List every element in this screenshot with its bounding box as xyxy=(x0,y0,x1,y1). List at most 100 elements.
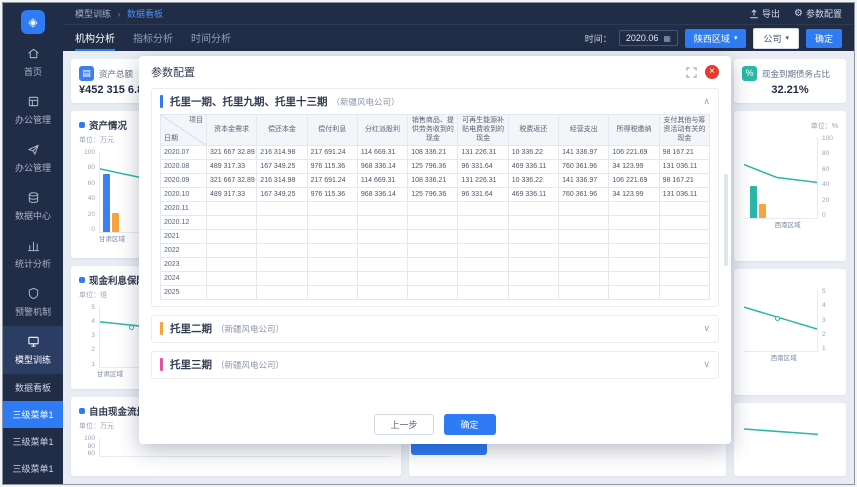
value-cell[interactable] xyxy=(457,215,509,231)
value-cell[interactable] xyxy=(256,257,308,273)
value-cell[interactable] xyxy=(507,201,560,217)
value-cell[interactable] xyxy=(256,201,308,217)
value-cell[interactable] xyxy=(356,285,409,301)
export-button[interactable]: 导出 xyxy=(749,7,780,20)
value-cell[interactable]: 216 314.98 xyxy=(256,173,308,189)
tab-org-analysis[interactable]: 机构分析 xyxy=(75,25,115,51)
value-cell[interactable] xyxy=(457,285,509,301)
value-cell[interactable] xyxy=(407,271,459,287)
value-cell[interactable] xyxy=(507,215,560,231)
region-dropdown[interactable]: 陕西区域 ▾ xyxy=(684,28,747,48)
value-cell[interactable] xyxy=(558,257,610,273)
value-cell[interactable]: 114 669.31 xyxy=(356,145,409,161)
chevron-down-icon[interactable]: ∨ xyxy=(703,359,710,370)
value-cell[interactable]: 10 336.22 xyxy=(507,173,560,189)
value-cell[interactable] xyxy=(457,243,509,259)
sidebar-item-warning[interactable]: 预警机制 xyxy=(3,278,63,326)
value-cell[interactable]: 131 226.31 xyxy=(457,173,509,189)
value-cell[interactable]: 114 669.31 xyxy=(356,173,409,189)
value-cell[interactable]: 108 336.21 xyxy=(407,145,459,161)
value-cell[interactable] xyxy=(608,201,660,217)
tab-time-analysis[interactable]: 时间分析 xyxy=(191,25,231,51)
chevron-down-icon[interactable]: ∨ xyxy=(703,323,710,334)
param-config-button[interactable]: ⚙ 参数配置 xyxy=(794,7,842,20)
chevron-up-icon[interactable]: ∧ xyxy=(703,96,710,107)
value-cell[interactable] xyxy=(205,201,258,217)
value-cell[interactable] xyxy=(306,271,358,287)
value-cell[interactable]: 141 336.97 xyxy=(558,173,610,189)
breadcrumb-current[interactable]: 数据看板 xyxy=(127,9,163,19)
value-cell[interactable] xyxy=(457,201,509,217)
value-cell[interactable] xyxy=(356,229,409,245)
value-cell[interactable] xyxy=(205,243,258,259)
value-cell[interactable] xyxy=(205,271,258,287)
value-cell[interactable] xyxy=(407,243,459,259)
value-cell[interactable] xyxy=(558,285,610,301)
value-cell[interactable]: 98 167.21 xyxy=(658,145,711,161)
value-cell[interactable] xyxy=(658,257,711,273)
value-cell[interactable]: 141 336.97 xyxy=(558,145,610,161)
sidebar-item-home[interactable]: 首页 xyxy=(3,38,63,86)
value-cell[interactable] xyxy=(658,229,711,245)
value-cell[interactable]: 125 796.36 xyxy=(407,187,459,203)
value-cell[interactable] xyxy=(608,257,660,273)
tab-indicator-analysis[interactable]: 指标分析 xyxy=(133,25,173,51)
value-cell[interactable] xyxy=(306,215,358,231)
value-cell[interactable]: 968 336.14 xyxy=(356,159,409,175)
value-cell[interactable] xyxy=(507,229,560,245)
value-cell[interactable] xyxy=(205,215,258,231)
sidebar-item-office-2[interactable]: 办公管理 xyxy=(3,134,63,182)
value-cell[interactable] xyxy=(356,271,409,287)
value-cell[interactable] xyxy=(658,285,711,301)
company-dropdown[interactable]: 公司 ▾ xyxy=(753,27,799,49)
value-cell[interactable]: 469 336.11 xyxy=(507,187,560,203)
value-cell[interactable]: 760 361.96 xyxy=(558,187,610,203)
value-cell[interactable] xyxy=(356,243,409,259)
sidebar-subitem-dashboard[interactable]: 数据看板 xyxy=(3,374,63,401)
value-cell[interactable]: 321 667 32.89 xyxy=(205,145,258,161)
value-cell[interactable]: 217 691.24 xyxy=(306,145,358,161)
value-cell[interactable]: 489 317.33 xyxy=(205,159,258,175)
value-cell[interactable] xyxy=(256,243,308,259)
section-header[interactable]: 托里一期、托里九期、托里十三期 （新疆风电公司） ∧ xyxy=(160,94,710,109)
value-cell[interactable] xyxy=(558,243,610,259)
section-header[interactable]: 托里二期 （新疆风电公司） ∨ xyxy=(160,321,710,336)
value-cell[interactable]: 96 331.64 xyxy=(457,187,509,203)
section-header[interactable]: 托里三期 （新疆风电公司） ∨ xyxy=(160,357,710,372)
value-cell[interactable] xyxy=(306,257,358,273)
value-cell[interactable]: 167 349.25 xyxy=(256,187,308,203)
value-cell[interactable]: 489 317.33 xyxy=(205,187,258,203)
value-cell[interactable]: 968 336.14 xyxy=(356,187,409,203)
value-cell[interactable]: 106 221.69 xyxy=(608,173,660,189)
value-cell[interactable]: 131 226.31 xyxy=(457,145,509,161)
value-cell[interactable] xyxy=(205,229,258,245)
value-cell[interactable] xyxy=(407,229,459,245)
sidebar-subitem-level3-1[interactable]: 三级菜单1 xyxy=(3,401,63,428)
filter-confirm-button[interactable]: 确定 xyxy=(805,28,842,48)
value-cell[interactable]: 108 336.21 xyxy=(407,173,459,189)
value-cell[interactable] xyxy=(558,229,610,245)
sidebar-item-data-center[interactable]: 数据中心 xyxy=(3,182,63,230)
close-icon[interactable]: × xyxy=(705,65,719,79)
value-cell[interactable] xyxy=(356,215,409,231)
date-input[interactable]: 2020.06 ▦ xyxy=(618,30,678,46)
value-cell[interactable] xyxy=(256,285,308,301)
value-cell[interactable]: 216 314.98 xyxy=(256,145,308,161)
value-cell[interactable] xyxy=(507,271,560,287)
value-cell[interactable]: 131 036.11 xyxy=(658,187,711,203)
value-cell[interactable] xyxy=(558,215,610,231)
sidebar-item-model-training[interactable]: 模型训练 xyxy=(3,326,63,374)
value-cell[interactable] xyxy=(608,271,660,287)
breadcrumb-parent[interactable]: 模型训练 xyxy=(75,9,111,19)
value-cell[interactable]: 760 361.96 xyxy=(558,159,610,175)
sidebar-item-office-1[interactable]: 办公管理 xyxy=(3,86,63,134)
value-cell[interactable] xyxy=(608,243,660,259)
value-cell[interactable] xyxy=(457,257,509,273)
value-cell[interactable] xyxy=(507,285,560,301)
value-cell[interactable] xyxy=(608,215,660,231)
value-cell[interactable]: 469 336.11 xyxy=(507,159,560,175)
fullscreen-icon[interactable] xyxy=(686,66,697,78)
value-cell[interactable] xyxy=(407,215,459,231)
value-cell[interactable]: 106 221.69 xyxy=(608,145,660,161)
value-cell[interactable] xyxy=(306,243,358,259)
